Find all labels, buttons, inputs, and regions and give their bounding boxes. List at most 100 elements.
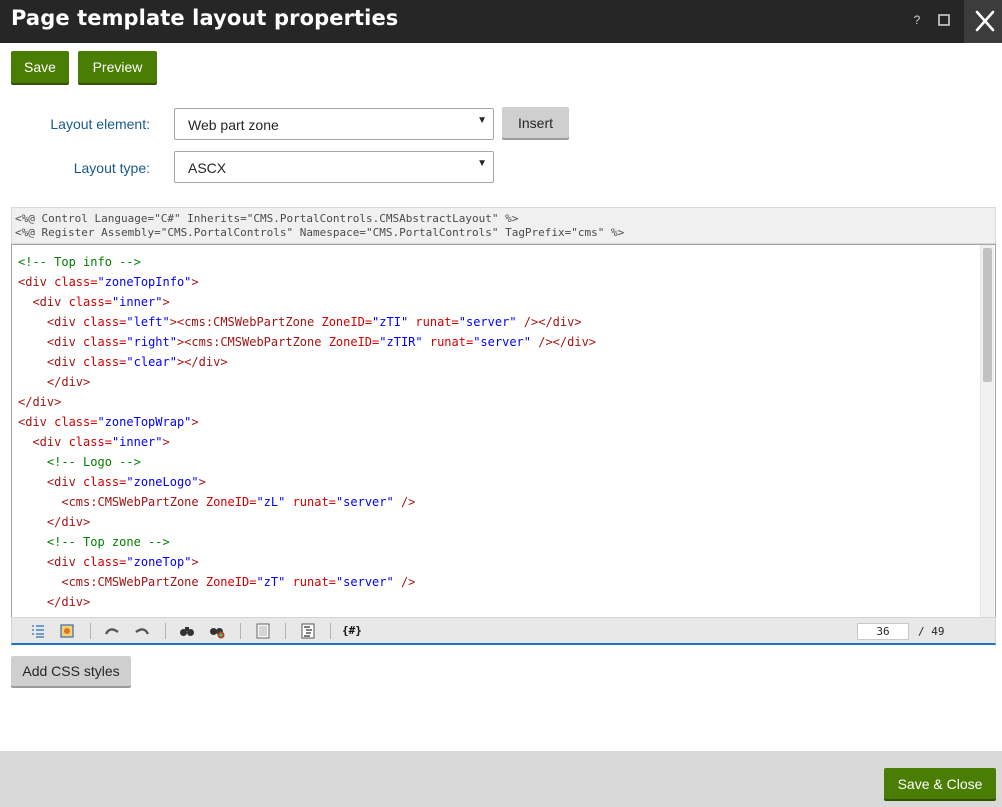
- toolbar-separator: [330, 623, 331, 639]
- code-token: <div: [32, 435, 69, 449]
- code-line[interactable]: <cms:CMSWebPartZone ZoneID="zT" runat="s…: [18, 572, 596, 592]
- code-token: "zoneLogo": [126, 475, 199, 489]
- code-token: /></div>: [531, 335, 597, 349]
- preview-button[interactable]: Preview: [78, 51, 157, 83]
- code-token: </div>: [46, 595, 91, 609]
- code-token: "inner": [111, 295, 163, 309]
- code-token: />: [393, 575, 416, 589]
- code-token: runat=: [285, 575, 336, 589]
- code-token: class=: [68, 435, 112, 449]
- code-lines[interactable]: <!-- Top info --> <div class="zoneTopInfo…: [18, 252, 596, 612]
- title-bar: Page template layout properties ?: [0, 0, 1002, 43]
- code-token: "zoneTopInfo": [97, 275, 192, 289]
- code-line[interactable]: <!-- Logo -->: [18, 452, 596, 472]
- code-token: "server": [458, 315, 517, 329]
- code-token: "left": [126, 315, 170, 329]
- code-line[interactable]: <div class="inner">: [18, 432, 596, 452]
- code-token: ><cms:CMSWebPartZone: [176, 335, 329, 349]
- code-token: class=: [54, 275, 98, 289]
- line-numbers-icon[interactable]: [30, 623, 46, 639]
- code-token: </div>: [46, 515, 91, 529]
- code-editor[interactable]: <!-- Top info --> <div class="zoneTopInfo…: [11, 244, 996, 617]
- code-line[interactable]: <div class="zoneTopWrap">: [18, 412, 596, 432]
- code-token: "server": [473, 335, 531, 349]
- code-token: <div: [46, 555, 84, 569]
- macro-icon[interactable]: {#}: [342, 623, 364, 639]
- code-line[interactable]: <div class="left"><cms:CMSWebPartZone Zo…: [18, 312, 596, 332]
- total-lines: / 49: [918, 625, 945, 638]
- code-line[interactable]: </div>: [18, 372, 596, 392]
- code-token: <div: [46, 355, 84, 369]
- find-icon[interactable]: [179, 623, 195, 639]
- code-line[interactable]: <div class="inner">: [18, 292, 596, 312]
- close-icon[interactable]: [964, 0, 1002, 43]
- code-token: >: [198, 475, 206, 489]
- code-token: class=: [83, 315, 127, 329]
- code-token: class=: [83, 335, 127, 349]
- insert-button[interactable]: Insert: [502, 107, 569, 138]
- code-token: <!-- Logo -->: [46, 455, 141, 469]
- fullscreen-icon[interactable]: [255, 623, 271, 639]
- save-button[interactable]: Save: [11, 51, 69, 83]
- code-line[interactable]: </div>: [18, 512, 596, 532]
- code-line[interactable]: </div>: [18, 592, 596, 612]
- code-line[interactable]: <div class="clear"></div>: [18, 352, 596, 372]
- scrollbar-thumb[interactable]: [983, 248, 992, 382]
- code-token: <!-- Top info -->: [18, 255, 141, 269]
- code-token: ></div>: [176, 355, 228, 369]
- help-icon[interactable]: ?: [908, 8, 926, 32]
- add-css-styles-button[interactable]: Add CSS styles: [11, 656, 131, 686]
- code-header-line: <%@ Register Assembly="CMS.PortalControl…: [15, 226, 625, 239]
- code-token: class=: [54, 415, 98, 429]
- format-icon[interactable]: [300, 623, 316, 639]
- code-token: "server": [335, 575, 394, 589]
- code-token: "zoneTopWrap": [97, 415, 192, 429]
- code-token: <cms:CMSWebPartZone: [61, 495, 206, 509]
- chevron-down-icon: ▼: [477, 115, 487, 126]
- code-token: /></div>: [516, 315, 582, 329]
- undo-icon[interactable]: [104, 623, 120, 639]
- code-token: <div: [32, 295, 69, 309]
- code-line[interactable]: <!-- Top info -->: [18, 252, 596, 272]
- layout-element-select[interactable]: Web part zone ▼: [174, 108, 494, 140]
- code-token: class=: [83, 555, 127, 569]
- code-line[interactable]: <div class="right"><cms:CMSWebPartZone Z…: [18, 332, 596, 352]
- chevron-down-icon: ▼: [477, 158, 487, 169]
- code-line[interactable]: <!-- Top zone -->: [18, 532, 596, 552]
- dialog-footer: Save & Close: [0, 751, 1002, 807]
- code-token: "right": [126, 335, 177, 349]
- replace-icon[interactable]: [209, 623, 225, 639]
- code-token: <div: [46, 335, 84, 349]
- redo-icon[interactable]: [134, 623, 150, 639]
- current-line-input[interactable]: 36: [857, 623, 909, 640]
- code-token: ZoneID=: [321, 315, 373, 329]
- code-token: </div>: [18, 395, 62, 409]
- code-token: class=: [83, 355, 127, 369]
- layout-type-label: Layout type:: [73, 160, 150, 176]
- save-and-close-button[interactable]: Save & Close: [884, 768, 996, 799]
- code-token: >: [162, 435, 170, 449]
- layout-element-value: Web part zone: [188, 117, 279, 133]
- code-token: "inner": [111, 435, 163, 449]
- code-line[interactable]: <cms:CMSWebPartZone ZoneID="zL" runat="s…: [18, 492, 596, 512]
- code-token: <!-- Top zone -->: [46, 535, 170, 549]
- code-token: "zTI": [372, 315, 409, 329]
- toolbar-separator: [285, 623, 286, 639]
- highlight-toggle-icon[interactable]: [59, 623, 75, 639]
- code-token: "zTIR": [379, 335, 423, 349]
- code-line[interactable]: <div class="zoneLogo">: [18, 472, 596, 492]
- layout-type-select[interactable]: ASCX ▼: [174, 151, 494, 183]
- editor-scrollbar[interactable]: [980, 245, 994, 617]
- code-line[interactable]: </div>: [18, 392, 596, 412]
- maximize-icon[interactable]: [938, 14, 950, 26]
- code-line[interactable]: <div class="zoneTop">: [18, 552, 596, 572]
- code-token: />: [393, 495, 416, 509]
- code-line[interactable]: <div class="zoneTopInfo">: [18, 272, 596, 292]
- code-token: "clear": [126, 355, 177, 369]
- code-token: ><cms:CMSWebPartZone: [169, 315, 322, 329]
